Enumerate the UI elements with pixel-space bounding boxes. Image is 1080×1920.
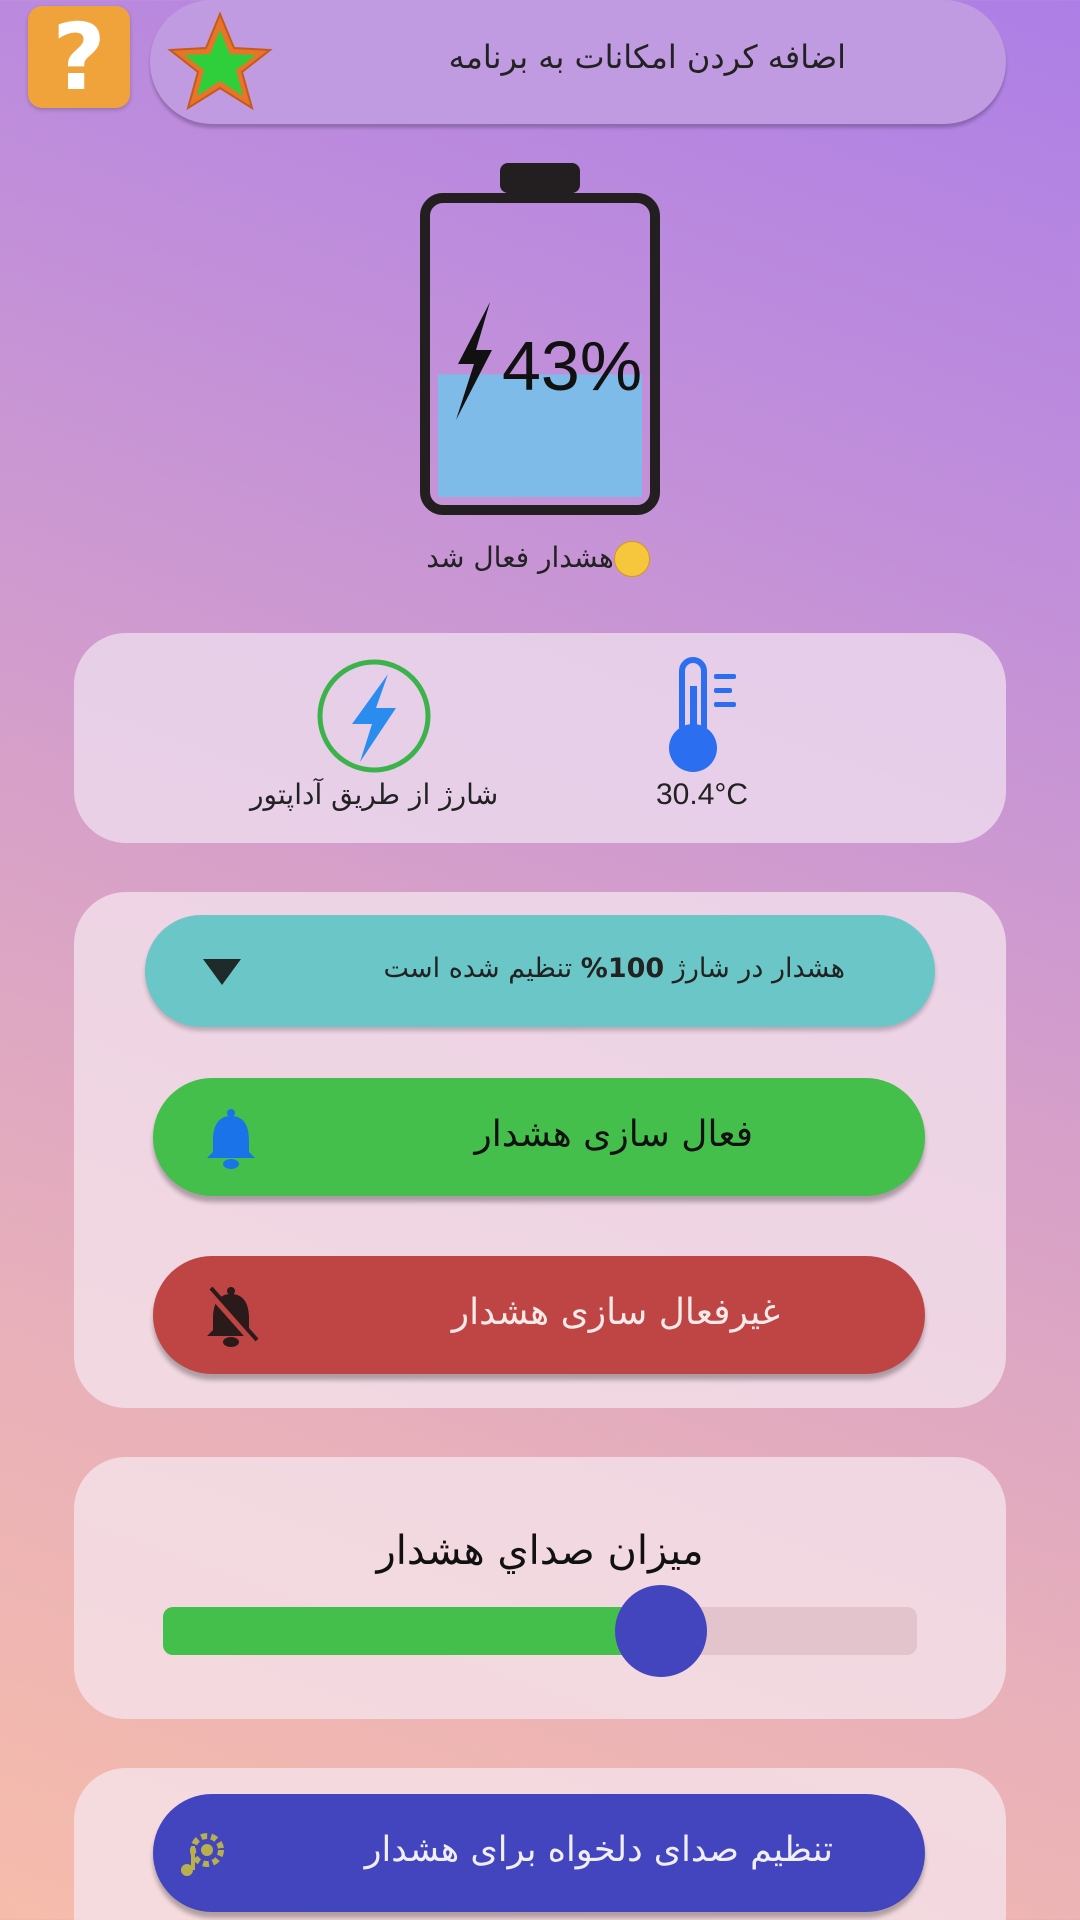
star-icon xyxy=(167,11,273,111)
add-features-bar[interactable]: اضافه کردن امکانات به برنامه xyxy=(150,0,1006,124)
question-mark-icon: ? xyxy=(52,3,106,111)
temperature-label: 30.4°C xyxy=(656,778,749,811)
volume-slider-thumb[interactable] xyxy=(614,1585,707,1677)
charging-bolt-icon xyxy=(456,302,492,420)
custom-sound-button[interactable]: تنظیم صدای دلخواه برای هشدار xyxy=(153,1794,925,1912)
bell-icon xyxy=(207,1109,255,1169)
battery-percent: 43% xyxy=(502,327,643,405)
lightning-bolt-icon xyxy=(317,659,431,773)
volume-card xyxy=(74,1457,1006,1719)
alarm-status: هشدار فعال شد xyxy=(0,541,1080,577)
wink-emoji-icon xyxy=(613,541,650,577)
volume-title: ميزان صداي هشدار xyxy=(376,1528,704,1574)
deactivate-alarm-button[interactable]: غیرفعال سازی هشدار xyxy=(153,1256,925,1374)
alarm-threshold-dropdown[interactable]: هشدار در شارژ 100% تنظیم شده است xyxy=(145,915,935,1027)
thermometer-icon xyxy=(669,657,736,772)
activate-alarm-label: فعال سازی هشدار xyxy=(474,1114,753,1155)
charge-info-card xyxy=(74,633,1006,843)
chevron-down-icon xyxy=(203,959,241,985)
custom-sound-label: تنظیم صدای دلخواه برای هشدار xyxy=(364,1830,833,1870)
alarm-threshold-text: هشدار در شارژ 100% تنظیم شده است xyxy=(383,953,846,984)
volume-slider-fill xyxy=(163,1607,661,1655)
deactivate-alarm-label: غیرفعال سازی هشدار xyxy=(451,1292,780,1333)
volume-slider-track[interactable] xyxy=(163,1607,917,1655)
activate-alarm-button[interactable]: فعال سازی هشدار xyxy=(153,1078,925,1196)
help-button[interactable]: ? xyxy=(28,3,130,111)
alarm-status-text: هشدار فعال شد xyxy=(426,541,614,574)
add-features-label: اضافه کردن امکانات به برنامه xyxy=(448,38,846,76)
bell-off-icon xyxy=(206,1286,259,1347)
music-settings-icon xyxy=(181,1833,224,1876)
charge-source-label: شارژ از طریق آداپتور xyxy=(250,778,499,811)
